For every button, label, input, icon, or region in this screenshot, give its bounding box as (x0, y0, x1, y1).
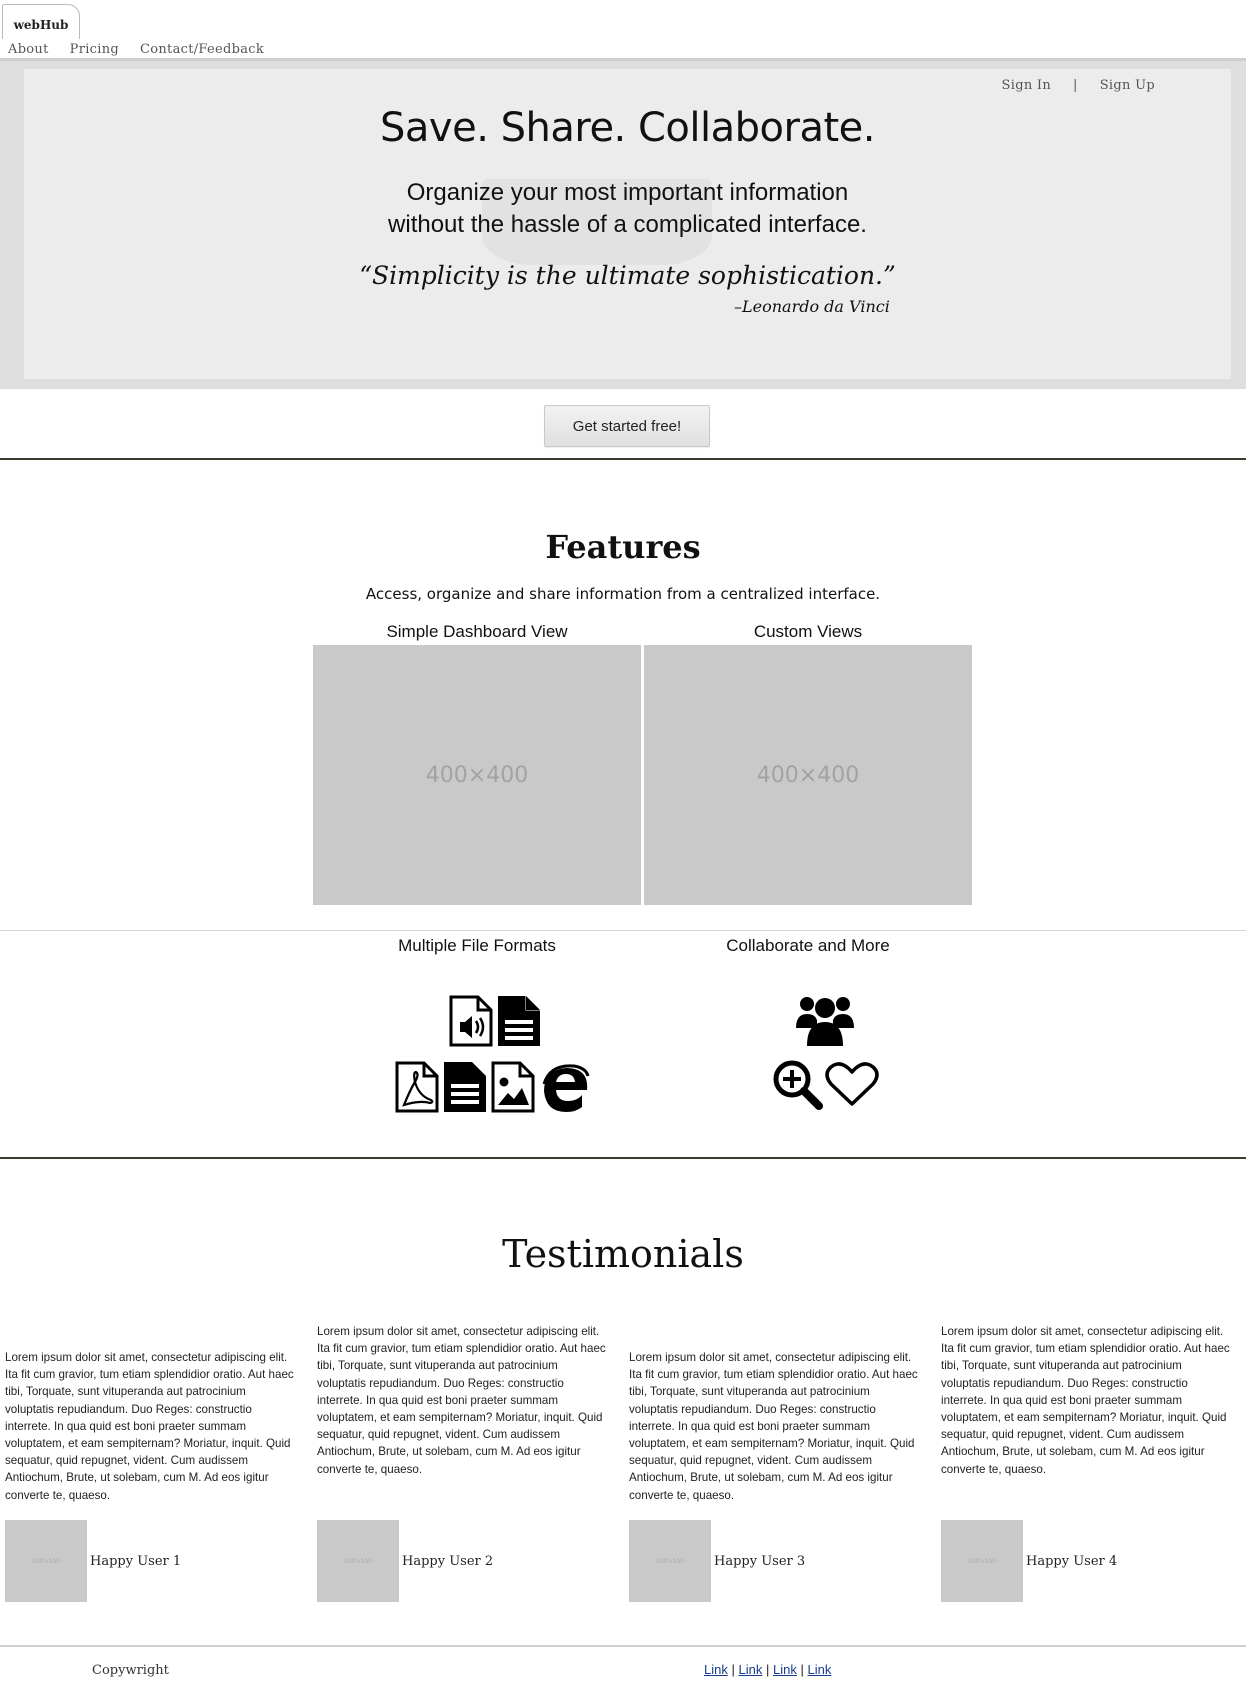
document-file-icon (444, 1062, 486, 1112)
avatar: 100×100 (5, 1520, 87, 1602)
main-nav: About Pricing Contact/Feedback (8, 42, 285, 57)
testimonial-user-name: Happy User 2 (402, 1553, 494, 1569)
users-group-icon (796, 997, 854, 1046)
features-divider (0, 930, 1246, 931)
hero-title: Save. Share. Collaborate. (380, 105, 875, 151)
footer-link[interactable]: Link (808, 1662, 832, 1677)
features-title: Features (545, 528, 701, 566)
collaborate-icons (765, 990, 885, 1120)
feature-label: Custom Views (753, 622, 863, 641)
testimonial-text: Lorem ipsum dolor sit amet, consectetur … (941, 1325, 1230, 1476)
feature-label: Simple Dashboard View (386, 622, 568, 641)
testimonial-text: Lorem ipsum dolor sit amet, consectetur … (317, 1325, 606, 1476)
section-divider (0, 458, 1246, 460)
hero-quote: “Simplicity is the ultimate sophisticati… (359, 261, 896, 290)
footer-link-separator: | (765, 1662, 770, 1677)
hero: Sign In | Sign Up Save. Share. Collaborate… (24, 69, 1231, 379)
hero-quote-author: –Leonardo da Vinci (734, 297, 890, 316)
feature-label: Collaborate and More (726, 936, 890, 955)
testimonial-user: 100×100 Happy User 2 (317, 1520, 493, 1602)
nav-item-contact[interactable]: Contact/Feedback (140, 42, 264, 57)
section-divider (0, 1157, 1246, 1159)
sign-up-link[interactable]: Sign Up (1100, 78, 1155, 93)
nav-item-about[interactable]: About (8, 42, 49, 57)
sign-in-link[interactable]: Sign In (1002, 78, 1052, 93)
copyright: Copywright (92, 1663, 169, 1678)
footer-link[interactable]: Link (739, 1662, 763, 1677)
testimonial-user: 100×100 Happy User 4 (941, 1520, 1117, 1602)
testimonial-text: Lorem ipsum dolor sit amet, consectetur … (5, 1351, 294, 1502)
features-description: Access, organize and share information f… (365, 585, 881, 603)
avatar: 100×100 (317, 1520, 399, 1602)
footer-links: Link | Link | Link | Link (704, 1662, 831, 1677)
logo[interactable]: webHub (2, 4, 80, 39)
image-file-icon (491, 1061, 535, 1113)
avatar: 100×100 (941, 1520, 1023, 1602)
testimonial-user-name: Happy User 3 (714, 1553, 806, 1569)
hero-subtitle-line-1: Organize your most important information (406, 179, 849, 206)
auth-separator: | (1073, 78, 1078, 93)
heart-icon (825, 1062, 879, 1106)
hero-subtitle: Organize your most important information… (24, 177, 1231, 241)
testimonials-title: Testimonials (502, 1232, 744, 1276)
custom-views-image: 400×400 (644, 645, 972, 905)
hero-subtitle-line-2: without the hassle of a complicated inte… (388, 211, 867, 238)
text-file-icon (498, 996, 540, 1046)
zoom-in-icon (773, 1060, 823, 1110)
pdf-file-icon (395, 1061, 439, 1113)
dashboard-view-image: 400×400 (313, 645, 641, 905)
testimonial-user: 100×100 Happy User 1 (5, 1520, 181, 1602)
footer-link[interactable]: Link (704, 1662, 728, 1677)
testimonial-user-name: Happy User 4 (1026, 1553, 1118, 1569)
testimonial-text: Lorem ipsum dolor sit amet, consectetur … (629, 1351, 918, 1502)
nav-item-pricing[interactable]: Pricing (70, 42, 119, 57)
footer-link-separator: | (731, 1662, 735, 1677)
footer-link-separator: | (800, 1662, 804, 1677)
testimonial-user-name: Happy User 1 (90, 1553, 182, 1569)
footer-divider (0, 1645, 1246, 1647)
browser-e-icon (542, 1064, 590, 1112)
feature-label: Multiple File Formats (398, 936, 556, 955)
file-format-icons (390, 990, 600, 1120)
get-started-button[interactable]: Get started free! (544, 405, 710, 447)
avatar: 100×100 (629, 1520, 711, 1602)
testimonial-user: 100×100 Happy User 3 (629, 1520, 805, 1602)
auth-links: Sign In | Sign Up (1002, 78, 1155, 93)
footer-link[interactable]: Link (773, 1662, 797, 1677)
audio-file-icon (449, 995, 493, 1047)
